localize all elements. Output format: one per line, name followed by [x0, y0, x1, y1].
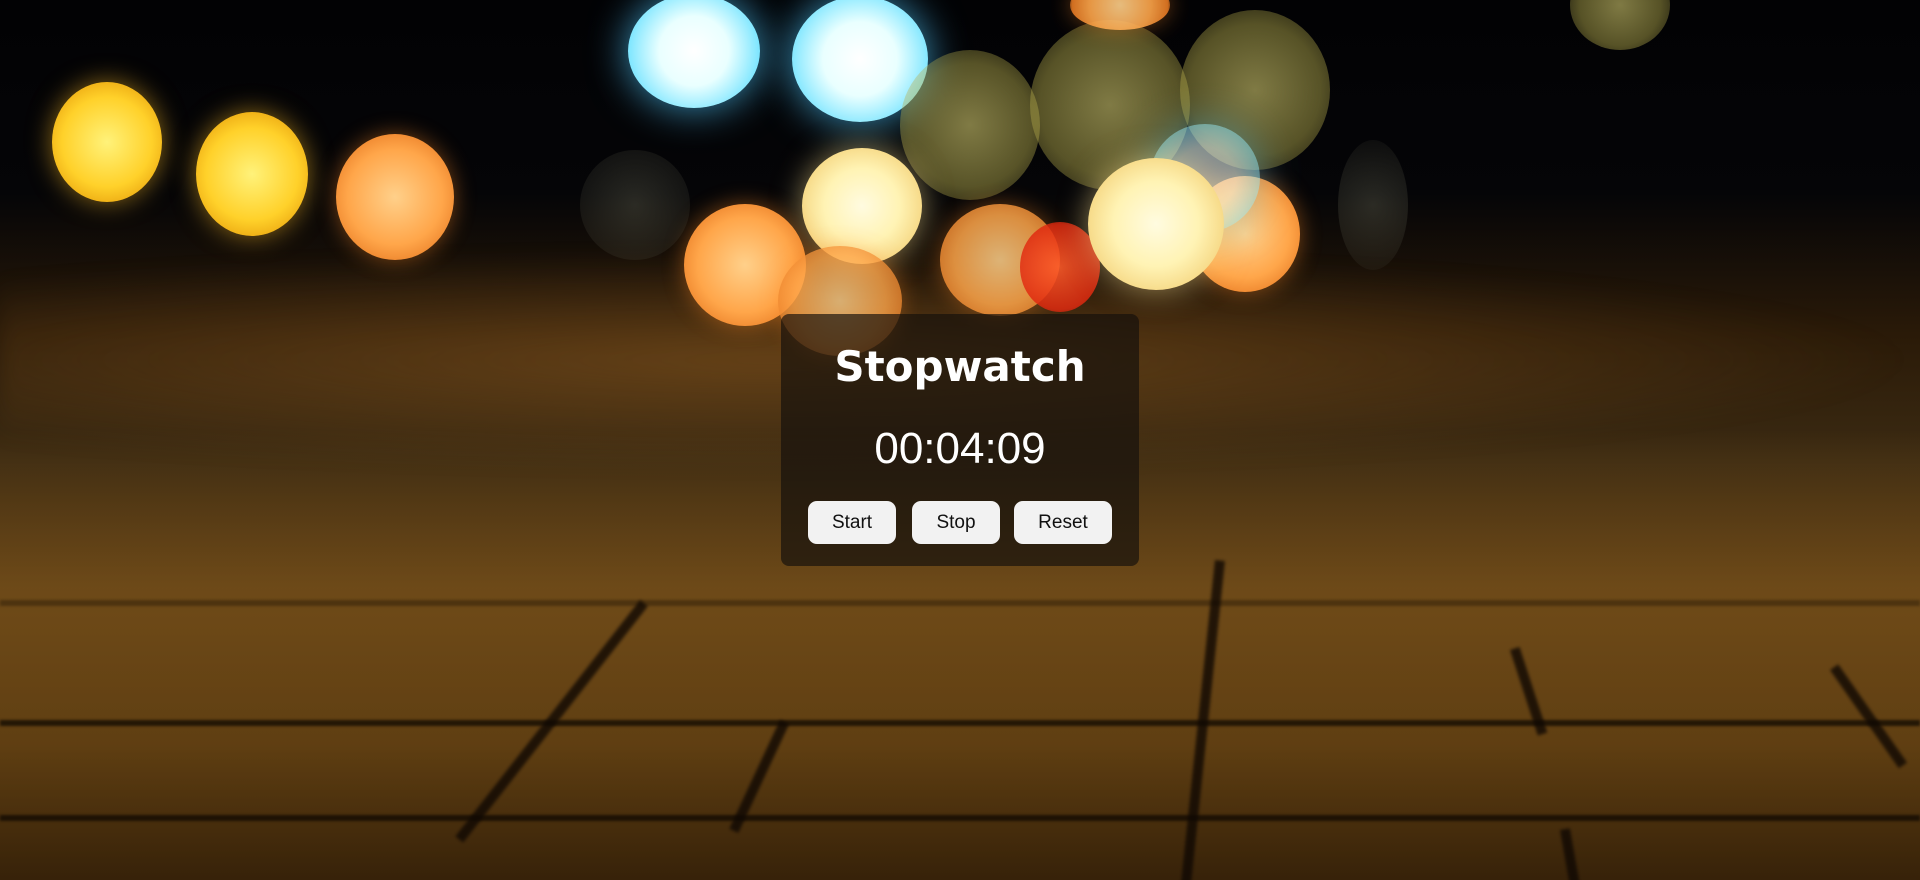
- pavement-joint: [0, 600, 1920, 606]
- start-button[interactable]: Start: [808, 501, 896, 544]
- bokeh-light: [1570, 0, 1670, 50]
- bokeh-light: [802, 148, 922, 264]
- stopwatch-controls: Start Stop Reset: [781, 501, 1139, 544]
- reset-button[interactable]: Reset: [1014, 501, 1112, 544]
- bokeh-light: [52, 82, 162, 202]
- bokeh-light: [628, 0, 760, 108]
- bokeh-light: [1088, 158, 1224, 290]
- bokeh-light: [1338, 140, 1408, 270]
- stopwatch-title: Stopwatch: [834, 342, 1086, 391]
- pavement-joint: [0, 720, 1920, 726]
- bokeh-light: [900, 50, 1040, 200]
- stop-button[interactable]: Stop: [912, 501, 1000, 544]
- stopwatch-time-display: 00:04:09: [874, 424, 1046, 473]
- background-photo: Stopwatch 00:04:09 Start Stop Reset: [0, 0, 1920, 880]
- bokeh-light: [580, 150, 690, 260]
- bokeh-light: [1020, 222, 1100, 312]
- stopwatch-card: Stopwatch 00:04:09 Start Stop Reset: [781, 314, 1139, 566]
- bokeh-light: [196, 112, 308, 236]
- pavement-joint: [0, 815, 1920, 821]
- bokeh-light: [336, 134, 454, 260]
